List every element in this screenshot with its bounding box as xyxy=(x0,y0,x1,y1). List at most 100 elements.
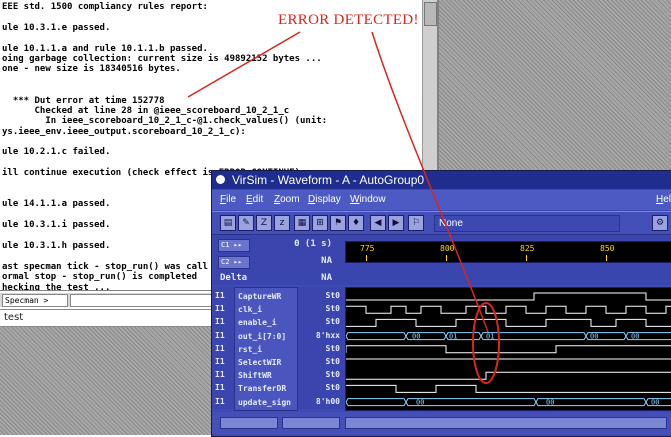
signal-value: 8'hxx xyxy=(315,330,340,340)
desktop-background xyxy=(0,326,211,435)
signal-value: St0 xyxy=(325,304,340,314)
virsim-waveform-window: VirSim - Waveform - A - AutoGroup0 File … xyxy=(211,170,671,437)
transfer-dr-waveform xyxy=(346,384,671,393)
time-scrollbar[interactable] xyxy=(345,417,667,429)
update-sign-bus-label: 00 xyxy=(651,399,659,407)
signal-value: St0 xyxy=(325,291,340,300)
waveform-panel[interactable]: 00 01 01 00 00 00 00 00 xyxy=(345,287,671,411)
signal-name[interactable]: update_sign xyxy=(238,396,291,409)
signal-value: St0 xyxy=(325,370,340,380)
signal-name[interactable]: clk_i xyxy=(238,303,262,316)
grid-icon[interactable]: ▦ xyxy=(294,215,310,231)
bulb-icon[interactable]: ♦ xyxy=(348,215,364,231)
window-titlebar[interactable]: VirSim - Waveform - A - AutoGroup0 xyxy=(212,171,671,189)
cursor-c2-button[interactable]: C2 ▸▸ xyxy=(218,256,250,269)
signal-name[interactable]: SelectWIR xyxy=(238,356,281,369)
signal-value-column: St0 St0 St0 8'hxx St0 St0 St0 St0 8'h00 xyxy=(298,287,342,409)
signal-group-index: I1 xyxy=(215,317,225,327)
name-scrollbar[interactable] xyxy=(220,417,278,429)
print-icon[interactable]: ▤ xyxy=(220,215,236,231)
update-sign-bus-segment xyxy=(405,398,537,407)
tab-test[interactable]: test xyxy=(4,312,23,323)
signal-name[interactable]: enable_i xyxy=(238,316,277,329)
scroll-thumb[interactable] xyxy=(424,2,437,26)
delta-value: NA xyxy=(321,273,332,283)
console-line: ys.ieee_env.ieee_output.scoreboard_10_2_… xyxy=(2,126,246,137)
search-field[interactable]: None xyxy=(434,215,620,232)
menu-bar: File Edit Zoom Display Window Help xyxy=(212,190,671,210)
signal-icon[interactable]: ⚑ xyxy=(330,215,346,231)
shift-wr-waveform xyxy=(346,371,671,380)
console-line: ule 10.2.1.c failed. xyxy=(2,147,111,158)
signal-group-index: I1 xyxy=(215,383,225,393)
signal-name[interactable]: TransferDR xyxy=(238,382,286,395)
signal-name-list[interactable]: CaptureWR clk_i enable_i out_i[7:0] rst_i Sel… xyxy=(234,287,298,411)
tick-label: 850 xyxy=(600,244,615,253)
console-line: *** Dut error at time 152778 xyxy=(2,95,165,106)
signal-name[interactable]: out_i[7:0] xyxy=(238,330,286,343)
console-line: one - new size is 18340516 bytes. xyxy=(2,64,181,75)
out-bus-label: 00 xyxy=(590,333,598,341)
signal-value: 8'h00 xyxy=(315,396,340,406)
menu-display[interactable]: Display xyxy=(308,190,341,210)
out-bus-label: 00 xyxy=(412,333,420,341)
zoom-in-icon[interactable]: z xyxy=(274,215,290,231)
menu-zoom[interactable]: Zoom xyxy=(274,190,300,210)
console-line: ule 10.1.1.a and rule 10.1.1.b passed. xyxy=(2,43,208,54)
pencil-icon[interactable]: ✎ xyxy=(238,215,254,231)
menu-file[interactable]: File xyxy=(220,190,236,210)
signal-name[interactable]: rst_i xyxy=(238,343,262,356)
console-line: Checked at line 28 in @ieee_scoreboard_1… xyxy=(2,105,290,116)
value-scrollbar[interactable] xyxy=(282,417,340,429)
out-bus-label: 00 xyxy=(631,333,639,341)
flag-icon[interactable]: ⚐ xyxy=(408,215,424,231)
window-title: VirSim - Waveform - A - AutoGroup0 xyxy=(232,173,425,187)
menu-edit[interactable]: Edit xyxy=(246,190,263,210)
update-sign-bus-label: 00 xyxy=(416,399,424,407)
menu-help[interactable]: Help xyxy=(656,190,671,210)
cursor-c1-button[interactable]: C1 ▸▸ xyxy=(218,239,250,252)
prev-edge-icon[interactable]: ◀ xyxy=(370,215,386,231)
cursor-header: C1 ▸▸ 0 (1 s) C2 ▸▸ NA Delta NA 775 800 … xyxy=(212,235,671,285)
signal-group-index: I1 xyxy=(215,304,225,314)
bottom-scrollbars xyxy=(212,412,671,434)
signal-name[interactable]: ShiftWR xyxy=(238,369,272,382)
update-sign-bus-segment xyxy=(346,398,407,407)
menu-window[interactable]: Window xyxy=(350,190,386,210)
cursor-c2-value: NA xyxy=(321,256,332,266)
update-sign-bus-label: 00 xyxy=(546,399,554,407)
signal-group-index: I1 xyxy=(215,357,225,366)
signal-value: St0 xyxy=(325,357,340,366)
out-bus-label: 01 xyxy=(449,333,457,341)
tick-label: 775 xyxy=(360,244,375,253)
console-line: EEE std. 1500 compliancy rules report: xyxy=(2,2,208,12)
settings-icon[interactable]: ⚙ xyxy=(652,215,668,231)
cursor-c1-value: 0 (1 s) xyxy=(294,239,332,249)
out-bus-segment xyxy=(346,332,407,341)
console-line: oing garbage collection: current size is… xyxy=(2,53,322,64)
window-menu-icon[interactable] xyxy=(216,175,225,184)
toolbar: ▤ ✎ Z z ▦ ⊞ ⚑ ♦ ◀ ▶ ⚐ None ⚙ xyxy=(212,211,671,235)
clk-waveform xyxy=(346,305,671,314)
time-ruler[interactable]: 775 800 825 850 xyxy=(345,241,671,263)
signal-group-index: I1 xyxy=(215,370,225,380)
next-edge-icon[interactable]: ▶ xyxy=(388,215,404,231)
signal-group-index: I1 xyxy=(215,396,225,406)
marker-icon[interactable]: ⊞ xyxy=(312,215,328,231)
signal-area: I1 I1 I1 I1 I1 I1 I1 I1 I1 CaptureWR clk_i enable_… xyxy=(212,287,671,411)
zoom-icon[interactable]: Z xyxy=(256,215,272,231)
signal-value: St0 xyxy=(325,383,340,393)
signal-value: St0 xyxy=(325,343,340,353)
signal-name[interactable]: CaptureWR xyxy=(238,290,281,303)
signal-group-index: I1 xyxy=(215,291,225,300)
signal-group-column: I1 I1 I1 I1 I1 I1 I1 I1 I1 xyxy=(215,287,235,409)
console-line: In ieee_scoreboard_10_2_1_c-@1.check_val… xyxy=(2,116,328,127)
enable-waveform xyxy=(346,318,671,327)
signal-group-index: I1 xyxy=(215,330,225,340)
delta-label: Delta xyxy=(220,273,248,283)
signal-value: St0 xyxy=(325,317,340,327)
